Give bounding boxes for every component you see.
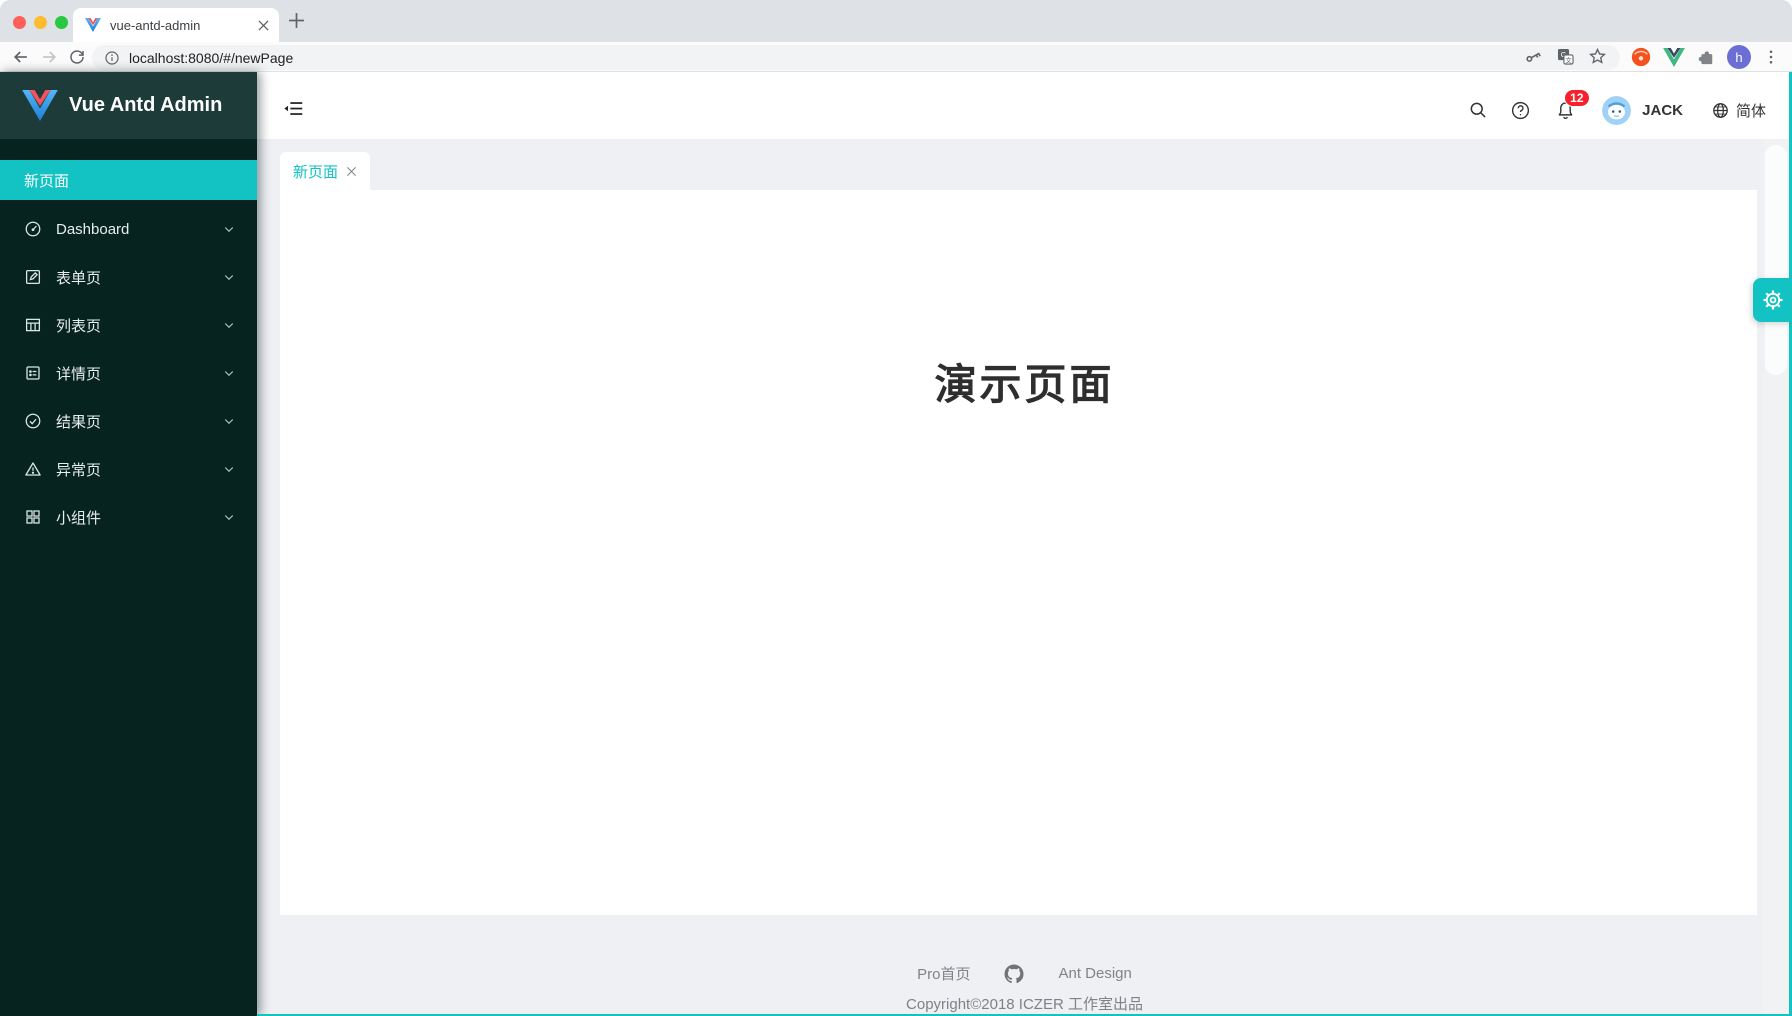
form-icon xyxy=(24,268,42,286)
favicon-vue-icon xyxy=(85,18,101,32)
back-button[interactable] xyxy=(10,46,32,68)
sidebar-item-exceptions[interactable]: 异常页 xyxy=(0,445,257,493)
gear-icon xyxy=(1761,288,1785,312)
header-actions: 12 JACK 简体 xyxy=(1468,72,1766,139)
maximize-window-button[interactable] xyxy=(55,16,68,29)
bookmark-star-icon[interactable] xyxy=(1588,47,1607,66)
check-circle-icon xyxy=(24,412,42,430)
app-header: 12 JACK 简体 xyxy=(257,72,1792,139)
widgets-blocks-icon xyxy=(24,508,42,526)
sidebar: Vue Antd Admin 新页面 Dashboard 表单页 xyxy=(0,72,257,1016)
chrome-menu-icon[interactable] xyxy=(1762,48,1780,66)
language-label: 简体 xyxy=(1736,100,1766,121)
window-controls xyxy=(13,16,68,29)
help-icon[interactable] xyxy=(1510,100,1531,121)
sidebar-item-label: Dashboard xyxy=(56,221,129,238)
vue-logo-icon xyxy=(22,90,58,121)
table-icon xyxy=(24,316,42,334)
browser-tabstrip: vue-antd-admin xyxy=(0,0,1792,42)
vue-devtools-icon[interactable] xyxy=(1663,48,1685,67)
page-title: 演示页面 xyxy=(257,351,1792,412)
sidebar-item-label: 表单页 xyxy=(56,267,101,288)
chevron-down-icon xyxy=(223,223,235,235)
chevron-down-icon xyxy=(223,463,235,475)
omnibox-icons: G文 xyxy=(1524,47,1607,66)
sidebar-item-details[interactable]: 详情页 xyxy=(0,349,257,397)
page-tab-newpage[interactable]: 新页面 xyxy=(280,152,370,190)
sidebar-menu: Dashboard 表单页 列表页 xyxy=(0,205,257,541)
screen: vue-antd-admin localhost:8080/#/newPage xyxy=(0,0,1792,1016)
browser-profile-avatar[interactable]: h xyxy=(1727,45,1751,69)
extension-icons: h xyxy=(1630,45,1780,69)
warning-triangle-icon xyxy=(24,460,42,478)
browser-toolbar: localhost:8080/#/newPage G文 h xyxy=(0,42,1792,72)
sidebar-item-label: 结果页 xyxy=(56,411,101,432)
github-icon[interactable] xyxy=(1004,964,1024,984)
sidebar-collapse-icon[interactable] xyxy=(283,98,305,120)
sidebar-item-label: 详情页 xyxy=(56,363,101,384)
sidebar-item-newpage-selected[interactable]: 新页面 xyxy=(0,160,257,200)
browser-tab[interactable]: vue-antd-admin xyxy=(73,8,279,42)
settings-drawer-button[interactable] xyxy=(1753,278,1792,322)
sidebar-item-results[interactable]: 结果页 xyxy=(0,397,257,445)
sidebar-item-widgets[interactable]: 小组件 xyxy=(0,493,257,541)
chevron-down-icon xyxy=(223,415,235,427)
language-switcher[interactable]: 简体 xyxy=(1711,100,1766,121)
sidebar-item-label: 异常页 xyxy=(56,459,101,480)
notification-badge: 12 xyxy=(1564,89,1589,107)
sidebar-item-dashboard[interactable]: Dashboard xyxy=(0,205,257,253)
new-tab-button[interactable] xyxy=(288,12,305,29)
footer-links: Pro首页 Ant Design xyxy=(257,963,1792,984)
username-label[interactable]: JACK xyxy=(1642,102,1683,119)
chevron-down-icon xyxy=(223,271,235,283)
url-text: localhost:8080/#/newPage xyxy=(129,50,293,66)
scrollbar-track[interactable] xyxy=(1763,139,1789,1014)
svg-text:文: 文 xyxy=(1565,56,1572,65)
main-area: 新页面 演示页面 Pro首页 Ant Design Copyright©2018… xyxy=(257,139,1792,1016)
extensions-puzzle-icon[interactable] xyxy=(1696,47,1716,67)
page-tab-close-icon[interactable] xyxy=(346,166,357,177)
translate-icon[interactable]: G文 xyxy=(1556,47,1575,66)
password-key-icon[interactable] xyxy=(1524,47,1543,66)
sidebar-item-lists[interactable]: 列表页 xyxy=(0,301,257,349)
scrollbar-thumb[interactable] xyxy=(1765,145,1787,375)
chevron-down-icon xyxy=(223,511,235,523)
close-window-button[interactable] xyxy=(13,16,26,29)
minimize-window-button[interactable] xyxy=(34,16,47,29)
chevron-down-icon xyxy=(223,319,235,331)
notification-bell-icon[interactable]: 12 xyxy=(1555,100,1576,121)
url-bar[interactable]: localhost:8080/#/newPage xyxy=(92,45,1620,70)
sidebar-item-forms[interactable]: 表单页 xyxy=(0,253,257,301)
app-title: Vue Antd Admin xyxy=(69,94,222,117)
chevron-down-icon xyxy=(223,367,235,379)
page-tab-label: 新页面 xyxy=(293,161,338,182)
content-card xyxy=(280,190,1757,915)
tab-close-icon[interactable] xyxy=(258,20,269,31)
sidebar-item-label: 小组件 xyxy=(56,507,101,528)
sidebar-item-label: 列表页 xyxy=(56,315,101,336)
logo[interactable]: Vue Antd Admin xyxy=(0,72,257,139)
dashboard-icon xyxy=(24,220,42,238)
profile-icon xyxy=(24,364,42,382)
footer-link-ant-design[interactable]: Ant Design xyxy=(1058,965,1131,982)
globe-icon xyxy=(1711,101,1730,120)
footer-link-pro-home[interactable]: Pro首页 xyxy=(917,963,970,984)
site-info-icon[interactable] xyxy=(104,50,120,66)
browser-tab-title: vue-antd-admin xyxy=(110,18,258,33)
reload-button[interactable] xyxy=(66,46,88,68)
forward-button[interactable] xyxy=(38,46,60,68)
user-avatar[interactable] xyxy=(1602,96,1631,125)
extension-orange-icon[interactable] xyxy=(1630,46,1652,68)
footer-copyright: Copyright©2018 ICZER 工作室出品 xyxy=(257,993,1792,1014)
search-icon[interactable] xyxy=(1468,100,1488,120)
